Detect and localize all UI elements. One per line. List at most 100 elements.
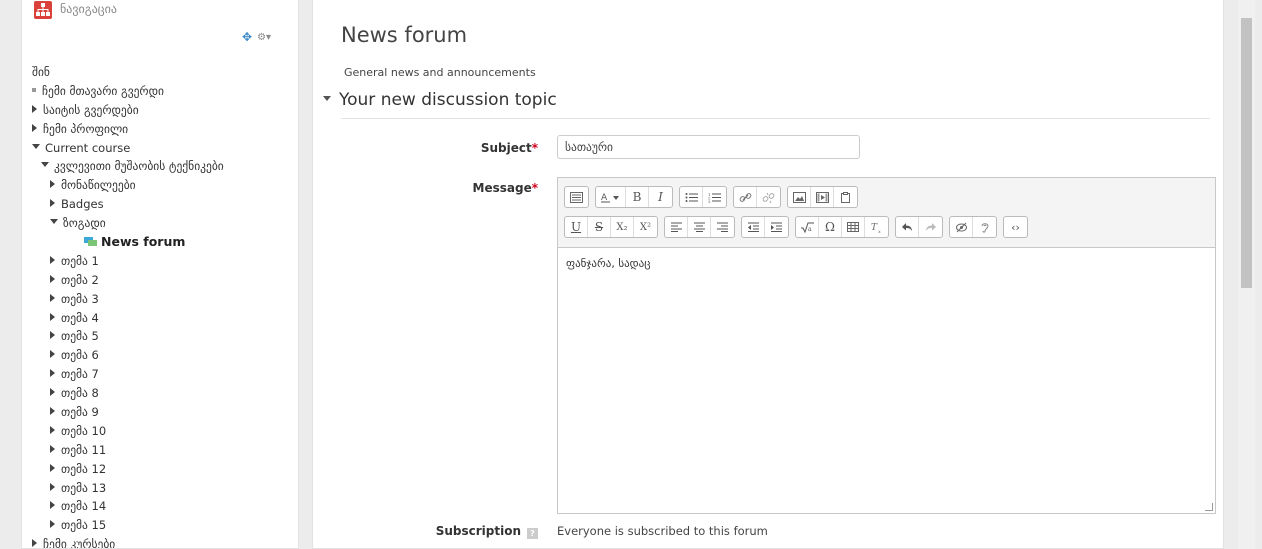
nav-item-label: თემა 1	[61, 253, 99, 268]
nav-item-label: თემა 10	[61, 423, 107, 438]
font-color-icon[interactable]: A	[596, 187, 626, 207]
nav-item[interactable]: თემა 13	[32, 479, 224, 498]
nav-item[interactable]: შინ	[32, 63, 224, 82]
nav-item[interactable]: თემა 4	[32, 309, 224, 328]
toolbar-group	[564, 186, 589, 208]
gear-icon[interactable]: ⚙▾	[257, 32, 271, 43]
nav-item[interactable]: Badges	[32, 195, 224, 214]
editor-content-area[interactable]: ფანჯარა, სადაც	[558, 248, 1215, 279]
discussion-fieldset-legend[interactable]: Your new discussion topic	[323, 90, 557, 110]
toggle-toolbar-icon[interactable]	[565, 187, 588, 207]
nav-item-label: საიტის გვერდები	[43, 102, 139, 117]
subscript-icon[interactable]: X₂	[611, 217, 634, 237]
redo-icon[interactable]	[919, 217, 942, 237]
expand-arrow-icon	[50, 388, 55, 397]
clear-format-icon[interactable]: Tx	[865, 217, 888, 237]
nav-item[interactable]: თემა 6	[32, 346, 224, 365]
navigation-block: ნავიგაცია ✥ ⚙▾ შინ ჩემი მთავარი გვერდი საი…	[21, 0, 299, 549]
nav-item[interactable]: თემა 2	[32, 271, 224, 290]
nav-item-label: ჩემი პროფილი	[43, 121, 129, 136]
nav-item[interactable]: ჩემი მთავარი გვერდი	[32, 82, 224, 101]
nav-item-label: თემა 8	[61, 386, 99, 401]
svg-text:T: T	[871, 223, 878, 233]
equation-icon[interactable]: a	[796, 217, 819, 237]
svg-text:x: x	[878, 229, 881, 233]
toolbar-row-2: U S X₂ X² a Ω T x ‹›	[564, 216, 1028, 238]
nav-item-label: თემა 3	[61, 291, 99, 306]
nav-item-label: ჩემი კურსები	[43, 537, 116, 549]
undo-icon[interactable]	[896, 217, 919, 237]
toolbar-group: U S X₂ X²	[564, 216, 658, 238]
italic-icon[interactable]: I	[649, 187, 672, 207]
manage-files-icon[interactable]	[834, 187, 857, 207]
nav-item[interactable]: თემა 14	[32, 497, 224, 516]
expand-arrow-icon	[50, 407, 55, 416]
nav-item[interactable]: ჩემი კურსები	[32, 535, 224, 549]
help-icon[interactable]: ?	[527, 528, 538, 539]
superscript-icon[interactable]: X²	[634, 217, 657, 237]
subject-input[interactable]	[557, 135, 860, 159]
html-icon[interactable]: ‹›	[1004, 217, 1027, 237]
navigation-tree: შინ ჩემი მთავარი გვერდი საიტის გვერდები ჩემ…	[32, 63, 224, 549]
nav-item[interactable]: თემა 15	[32, 516, 224, 535]
accessibility-icon[interactable]	[950, 217, 973, 237]
nav-item-news-forum[interactable]: News forum	[32, 233, 224, 252]
message-label: Message*	[472, 181, 538, 195]
subscription-label: Subscription?	[436, 524, 538, 539]
outdent-icon[interactable]	[742, 217, 765, 237]
legend-label: Your new discussion topic	[339, 90, 557, 110]
bullet-icon	[32, 87, 36, 92]
page-scrollbar[interactable]	[1238, 0, 1255, 549]
toolbar-row-1: A B I 123	[564, 186, 858, 208]
unlink-icon[interactable]	[757, 187, 780, 207]
nav-item[interactable]: თემა 3	[32, 290, 224, 309]
expand-arrow-icon	[50, 199, 55, 208]
nav-item[interactable]: თემა 8	[32, 384, 224, 403]
page-title: News forum	[341, 23, 468, 47]
nav-item[interactable]: თემა 7	[32, 365, 224, 384]
media-icon[interactable]	[811, 187, 834, 207]
nav-item[interactable]: მონაწილეები	[32, 176, 224, 195]
nav-item[interactable]: თემა 5	[32, 327, 224, 346]
move-icon[interactable]: ✥	[242, 30, 252, 44]
special-char-icon[interactable]: Ω	[819, 217, 842, 237]
screenreader-icon[interactable]	[973, 217, 996, 237]
collapse-arrow-icon	[32, 143, 40, 149]
toolbar-group: a Ω Tx	[795, 216, 889, 238]
resize-handle[interactable]	[1205, 503, 1213, 511]
message-editor: A B I 123 U S X₂ X² a Ω T x ‹› ფანჯარა, …	[557, 177, 1216, 514]
bold-icon[interactable]: B	[626, 187, 649, 207]
nav-item[interactable]: კვლევითი მუშაობის ტექნიკები	[32, 157, 224, 176]
strikethrough-icon[interactable]: S	[588, 217, 611, 237]
nav-item[interactable]: თემა 9	[32, 403, 224, 422]
nav-item[interactable]: ზოგადი	[32, 214, 224, 233]
unordered-list-icon[interactable]	[680, 187, 703, 207]
indent-icon[interactable]	[765, 217, 788, 237]
nav-item-label: Badges	[61, 197, 104, 212]
nav-item[interactable]: თემა 11	[32, 441, 224, 460]
nav-item-label: თემა 14	[61, 499, 107, 514]
nav-item[interactable]: ჩემი პროფილი	[32, 120, 224, 139]
scrollbar-thumb[interactable]	[1241, 18, 1252, 288]
nav-item[interactable]: თემა 1	[32, 252, 224, 271]
collapse-icon	[323, 96, 331, 101]
align-left-icon[interactable]	[665, 217, 688, 237]
nav-item[interactable]: თემა 10	[32, 422, 224, 441]
expand-arrow-icon	[32, 123, 37, 132]
underline-icon[interactable]: U	[565, 217, 588, 237]
nav-item[interactable]: საიტის გვერდები	[32, 101, 224, 120]
nav-item[interactable]: Current course	[32, 139, 224, 158]
subscription-value: Everyone is subscribed to this forum	[557, 524, 768, 538]
link-icon[interactable]	[734, 187, 757, 207]
table-icon[interactable]	[842, 217, 865, 237]
nav-item-label: თემა 6	[61, 348, 99, 363]
toolbar-group: A B I	[595, 186, 673, 208]
collapse-arrow-icon	[50, 219, 58, 225]
toolbar-group	[949, 216, 997, 238]
nav-item[interactable]: თემა 12	[32, 460, 224, 479]
expand-arrow-icon	[50, 501, 55, 510]
ordered-list-icon[interactable]: 123	[703, 187, 726, 207]
image-icon[interactable]	[788, 187, 811, 207]
align-right-icon[interactable]	[711, 217, 734, 237]
align-center-icon[interactable]	[688, 217, 711, 237]
